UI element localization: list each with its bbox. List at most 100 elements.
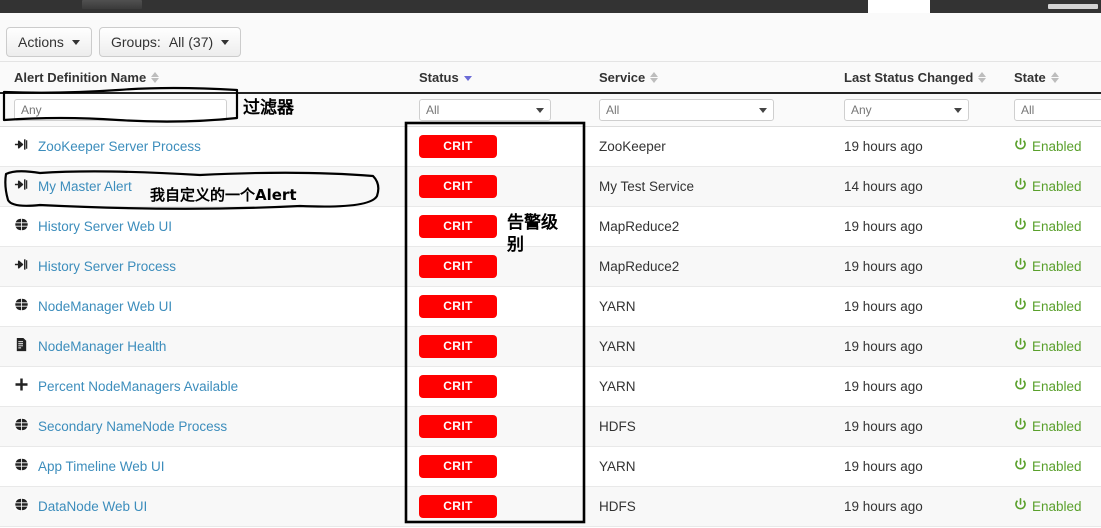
state-label: Enabled (1032, 459, 1082, 474)
column-header-service-label: Service (599, 70, 645, 85)
port-icon (14, 257, 29, 275)
cell-status: CRIT (405, 126, 585, 166)
groups-button-value: All (37) (169, 35, 213, 49)
power-icon (1014, 258, 1027, 274)
alert-name-link[interactable]: History Server Process (38, 259, 176, 274)
cell-status: CRIT (405, 486, 585, 526)
status-badge[interactable]: CRIT (419, 295, 497, 318)
cell-status: CRIT (405, 246, 585, 286)
cell-state: Enabled (1000, 366, 1101, 406)
actions-button-label: Actions (18, 35, 64, 49)
alert-name-link[interactable]: My Master Alert (38, 179, 132, 194)
groups-button-label: Groups: (111, 35, 161, 49)
cell-status: CRIT (405, 286, 585, 326)
sort-icon[interactable] (151, 71, 159, 84)
navbar-active-tab[interactable] (868, 0, 930, 13)
cell-service: YARN (585, 366, 830, 406)
table-row[interactable]: History Server Web UI CRIT MapReduce219 ho… (0, 206, 1101, 246)
column-header-status[interactable]: Status (405, 62, 585, 93)
power-icon (1014, 298, 1027, 314)
service-filter-select[interactable]: All (599, 99, 774, 121)
cell-alert-name: App Timeline Web UI (0, 446, 405, 486)
port-icon (14, 177, 29, 195)
filter-cell-state: All (1000, 93, 1101, 126)
column-header-state[interactable]: State (1000, 62, 1101, 93)
status-badge[interactable]: CRIT (419, 375, 497, 398)
status-badge[interactable]: CRIT (419, 215, 497, 238)
column-header-status-label: Status (419, 70, 459, 85)
cell-state: Enabled (1000, 126, 1101, 166)
state-filter-value: All (1021, 103, 1034, 117)
status-badge[interactable]: CRIT (419, 335, 497, 358)
alert-name-link[interactable]: Percent NodeManagers Available (38, 379, 238, 394)
power-icon (1014, 418, 1027, 434)
table-row[interactable]: Percent NodeManagers Available CRIT YARN19… (0, 366, 1101, 406)
groups-button[interactable]: Groups: All (37) (99, 27, 241, 57)
cell-status: CRIT (405, 326, 585, 366)
status-filter-select[interactable]: All (419, 99, 551, 121)
state-label: Enabled (1032, 499, 1082, 514)
cell-last-status-changed: 19 hours ago (830, 206, 1000, 246)
web-icon (14, 417, 29, 435)
table-row[interactable]: NodeManager HealthCRITYARN19 hours agoEn… (0, 326, 1101, 366)
alert-name-link[interactable]: History Server Web UI (38, 219, 172, 234)
table-row[interactable]: ZooKeeper Server ProcessCRITZooKeeper19 … (0, 126, 1101, 166)
cell-alert-name: Percent NodeManagers Available (0, 366, 405, 406)
name-filter-input[interactable] (14, 99, 227, 121)
table-row[interactable]: History Server ProcessCRITMapReduce219 h… (0, 246, 1101, 286)
alerts-table-container: Alert Definition Name Status Service (0, 62, 1101, 527)
actions-button[interactable]: Actions (6, 27, 92, 57)
column-header-service[interactable]: Service (585, 62, 830, 93)
alert-name-link[interactable]: NodeManager Web UI (38, 299, 172, 314)
column-header-last-status-changed[interactable]: Last Status Changed (830, 62, 1000, 93)
cell-last-status-changed: 19 hours ago (830, 406, 1000, 446)
cell-service: YARN (585, 326, 830, 366)
cell-last-status-changed: 19 hours ago (830, 486, 1000, 526)
state-filter-select[interactable]: All (1014, 99, 1101, 121)
navbar-user-menu[interactable] (1048, 4, 1098, 9)
status-badge[interactable]: CRIT (419, 175, 497, 198)
cell-service: ZooKeeper (585, 126, 830, 166)
cell-state: Enabled (1000, 486, 1101, 526)
table-row[interactable]: Secondary NameNode ProcessCRITHDFS19 hou… (0, 406, 1101, 446)
alert-name-link[interactable]: DataNode Web UI (38, 499, 147, 514)
status-badge[interactable]: CRIT (419, 135, 497, 158)
alert-name-link[interactable]: ZooKeeper Server Process (38, 139, 201, 154)
cell-service: MapReduce2 (585, 206, 830, 246)
cell-last-status-changed: 19 hours ago (830, 366, 1000, 406)
sort-icon[interactable] (978, 71, 986, 84)
cell-service: YARN (585, 286, 830, 326)
chevron-down-icon (759, 108, 767, 113)
cell-alert-name: NodeManager Web UI (0, 286, 405, 326)
alert-name-link[interactable]: App Timeline Web UI (38, 459, 165, 474)
table-row[interactable]: App Timeline Web UICRITYARN19 hours agoE… (0, 446, 1101, 486)
table-row[interactable]: NodeManager Web UICRITYARN19 hours agoEn… (0, 286, 1101, 326)
column-header-name[interactable]: Alert Definition Name (0, 62, 405, 93)
alert-name-link[interactable]: NodeManager Health (38, 339, 166, 354)
state-label: Enabled (1032, 419, 1082, 434)
cell-state: Enabled (1000, 166, 1101, 206)
cell-alert-name: NodeManager Health (0, 326, 405, 366)
sort-icon-active-desc[interactable] (464, 71, 472, 84)
sort-icon[interactable] (650, 71, 658, 84)
alert-name-link[interactable]: Secondary NameNode Process (38, 419, 227, 434)
filter-cell-status: All (405, 93, 585, 126)
status-badge[interactable]: CRIT (419, 415, 497, 438)
cell-service: MapReduce2 (585, 246, 830, 286)
last-status-changed-filter-select[interactable]: Any (844, 99, 969, 121)
power-icon (1014, 458, 1027, 474)
app-logo (82, 0, 142, 9)
web-icon (14, 297, 29, 315)
status-badge[interactable]: CRIT (419, 455, 497, 478)
table-head: Alert Definition Name Status Service (0, 62, 1101, 126)
cell-service: My Test Service (585, 166, 830, 206)
alerts-table: Alert Definition Name Status Service (0, 62, 1101, 527)
status-badge[interactable]: CRIT (419, 255, 497, 278)
state-label: Enabled (1032, 259, 1082, 274)
sort-icon[interactable] (1051, 71, 1059, 84)
table-row[interactable]: My Master AlertCRITMy Test Service14 hou… (0, 166, 1101, 206)
filter-cell-name (0, 93, 405, 126)
table-row[interactable]: DataNode Web UICRITHDFS19 hours agoEnabl… (0, 486, 1101, 526)
state-label: Enabled (1032, 299, 1082, 314)
status-badge[interactable]: CRIT (419, 495, 497, 518)
